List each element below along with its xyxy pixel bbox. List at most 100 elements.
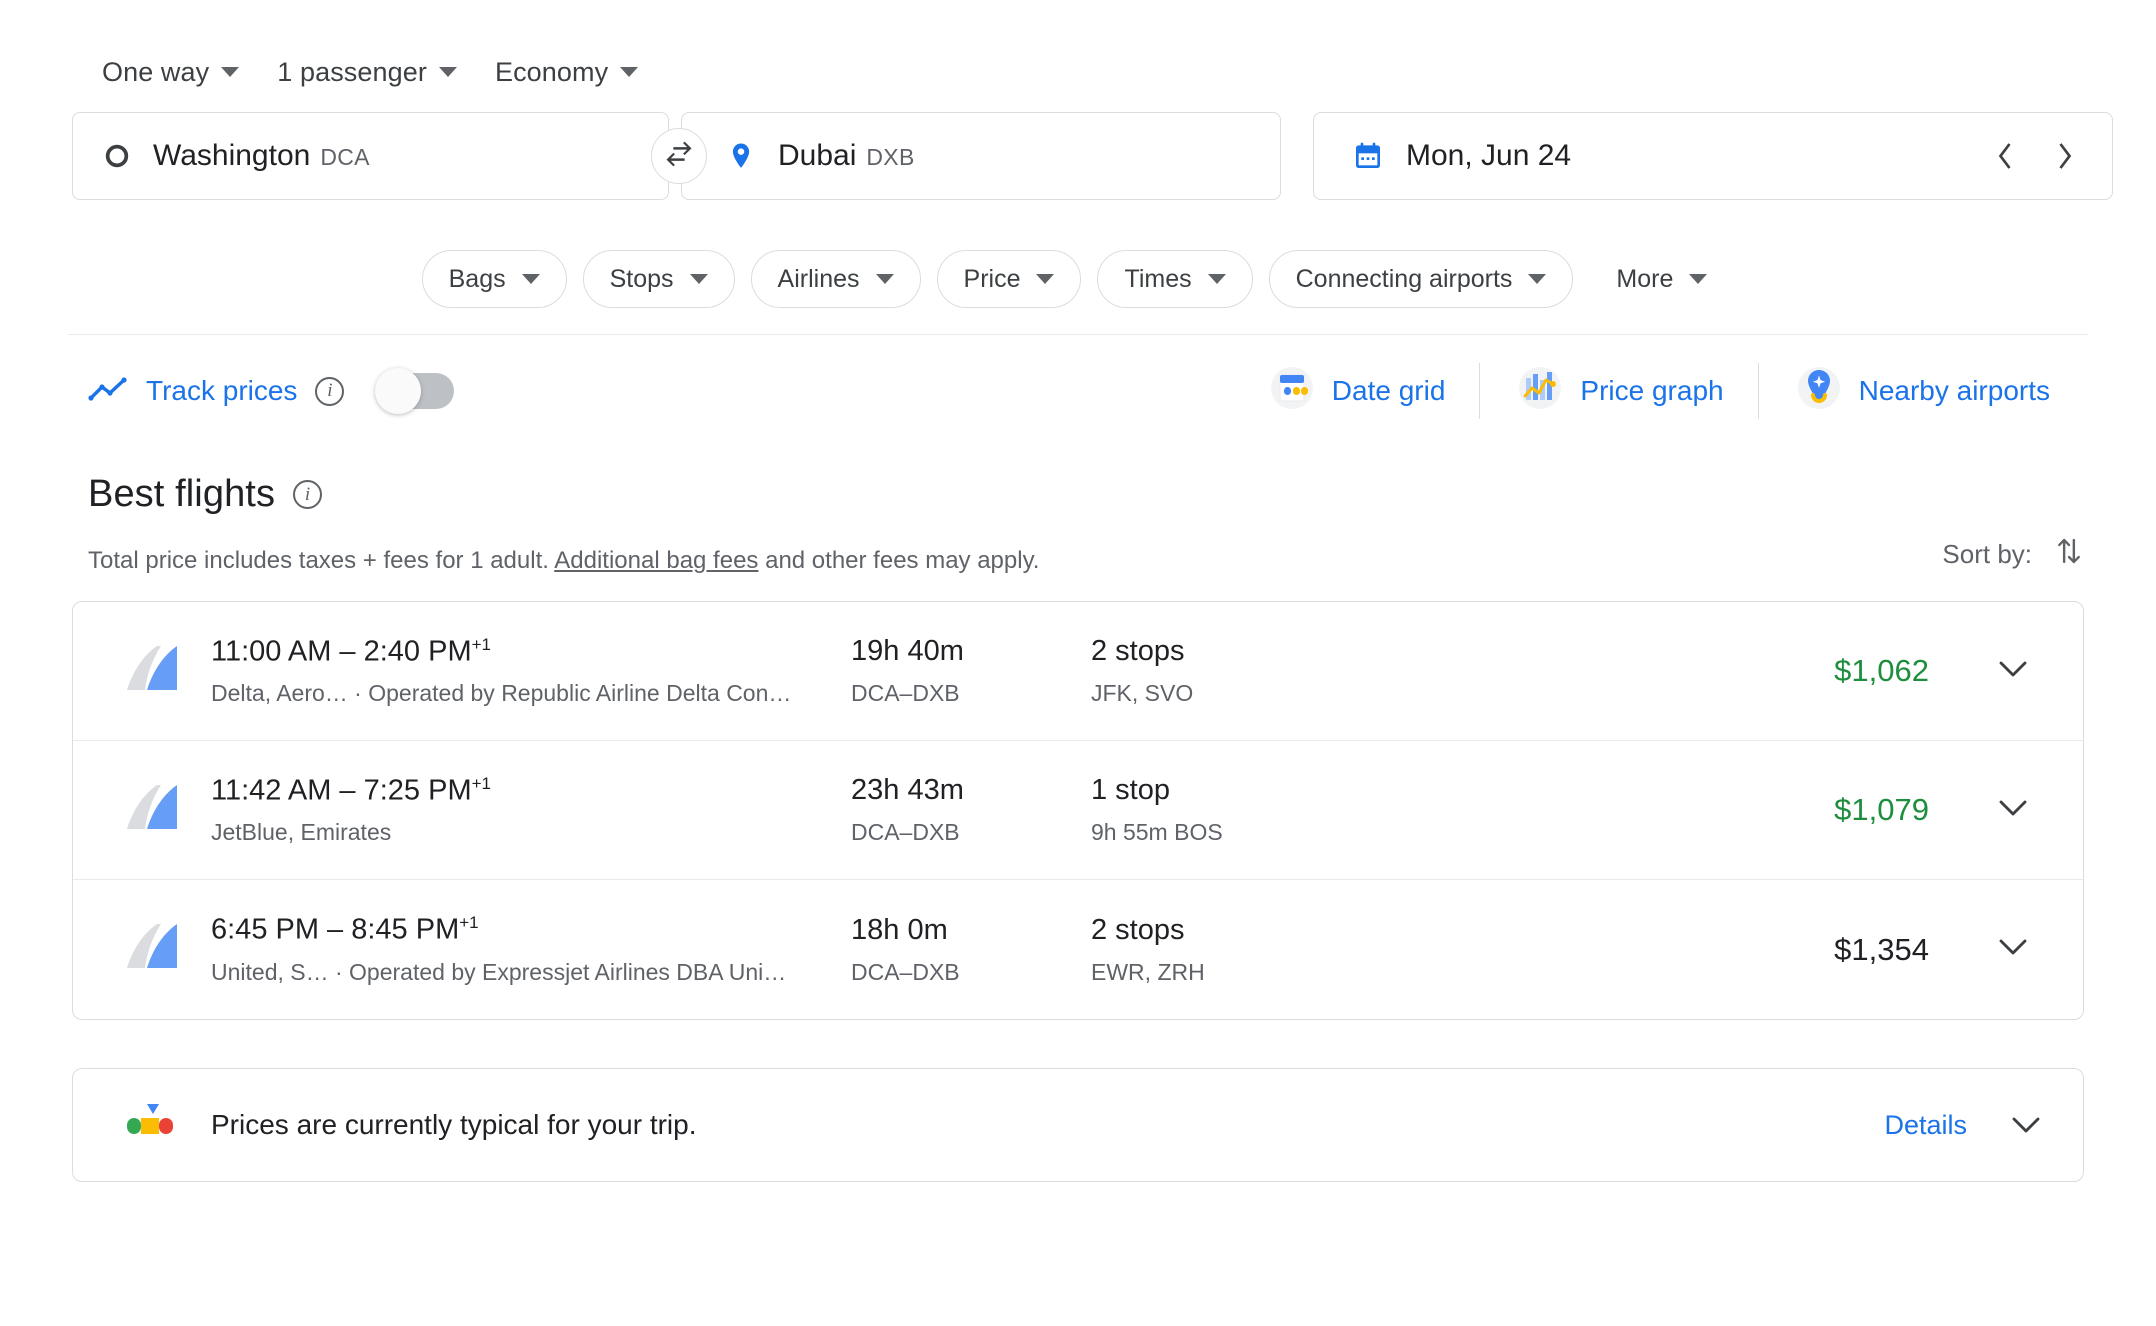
table-row[interactable]: 11:42 AM – 7:25 PM+1 JetBlue, Emirates 2… <box>73 741 2083 880</box>
flight-route: DCA–DXB <box>851 819 960 845</box>
track-prices-label[interactable]: Track prices <box>146 375 297 407</box>
flight-price-column: $1,062 <box>1531 653 1985 689</box>
table-row[interactable]: 11:00 AM – 2:40 PM+1 Delta, Aero… · Oper… <box>73 602 2083 741</box>
trip-type-label: One way <box>102 56 210 87</box>
filter-times-label: Times <box>1124 264 1192 293</box>
origin-code: DCA <box>320 144 370 170</box>
price-graph-link[interactable]: Price graph <box>1480 362 1757 421</box>
day-offset: +1 <box>459 913 479 933</box>
flight-stops: 2 stops <box>1091 913 1185 946</box>
passengers-dropdown[interactable]: 1 passenger <box>263 47 471 98</box>
flight-price: $1,354 <box>1834 931 1929 967</box>
filter-chips-row: Bags Stops Airlines Price Times Connecti… <box>0 206 2156 316</box>
airline-tail-logo <box>119 918 181 981</box>
toggle-knob <box>375 368 422 414</box>
price-insight-details-link[interactable]: Details <box>1884 1110 2011 1141</box>
table-row[interactable]: 6:45 PM – 8:45 PM+1 United, S… · Operate… <box>73 880 2083 1019</box>
chevron-down-icon <box>620 67 639 77</box>
airline-tail-logo <box>119 779 181 842</box>
origin-city: Washington <box>153 139 311 172</box>
expand-flight-button[interactable] <box>1985 659 2041 684</box>
nearby-airports-label: Nearby airports <box>1858 375 2050 406</box>
chevron-down-icon <box>875 274 894 284</box>
filter-more[interactable]: More <box>1589 250 1734 308</box>
flight-airlines: United, S… · Operated by Expressjet Airl… <box>211 958 787 985</box>
expand-flight-button[interactable] <box>1985 937 2041 962</box>
airline-tail-logo <box>119 640 181 703</box>
chevron-down-icon <box>1998 659 2028 684</box>
cabin-class-label: Economy <box>494 56 609 87</box>
flight-stop-detail: JFK, SVO <box>1091 680 1194 706</box>
swap-airports-button[interactable] <box>651 128 707 184</box>
calendar-icon <box>1352 140 1384 172</box>
flight-stops-column: 2 stops EWR, ZRH <box>1091 914 1531 986</box>
filter-stops[interactable]: Stops <box>582 250 735 308</box>
chevron-down-icon <box>689 274 708 284</box>
destination-input[interactable]: Dubai DXB <box>681 112 1281 200</box>
filter-price-label: Price <box>963 264 1021 293</box>
flight-times-text: 6:45 PM – 8:45 PM <box>211 913 460 946</box>
filter-airlines[interactable]: Airlines <box>750 250 921 308</box>
departure-date-field[interactable]: Mon, Jun 24 <box>1313 112 2113 200</box>
circle-outline-icon <box>103 142 131 170</box>
trip-type-dropdown[interactable]: One way <box>88 47 253 98</box>
flight-duration: 23h 43m <box>851 774 964 806</box>
flight-stops-column: 1 stop 9h 55m BOS <box>1091 774 1531 846</box>
sort-by-label: Sort by: <box>1942 539 2032 569</box>
tools-row: Track prices i Date grid Price graph Nea… <box>0 335 2156 447</box>
info-icon[interactable]: i <box>315 376 345 406</box>
day-offset: +1 <box>471 773 492 793</box>
date-grid-icon <box>1266 362 1318 421</box>
flight-times: 11:00 AM – 2:40 PM+1 <box>211 635 851 669</box>
chevron-down-icon <box>1998 937 2028 962</box>
expand-flight-button[interactable] <box>1985 798 2041 823</box>
flight-stop-detail: EWR, ZRH <box>1091 958 1205 985</box>
swap-horizontal-icon <box>664 139 694 174</box>
disclaimer-text-after: and other fees may apply. <box>758 547 1040 574</box>
date-grid-link[interactable]: Date grid <box>1232 362 1480 421</box>
price-disclaimer: Total price includes taxes + fees for 1 … <box>88 547 1039 575</box>
price-gauge-icon <box>119 1102 181 1148</box>
flight-times-text: 11:00 AM – 2:40 PM <box>211 635 472 668</box>
origin-text: Washington DCA <box>153 139 370 173</box>
filter-times[interactable]: Times <box>1097 250 1253 308</box>
flight-duration-column: 23h 43m DCA–DXB <box>851 774 1091 846</box>
sort-by-control[interactable]: Sort by: <box>1942 534 2084 575</box>
page-title: Best flights <box>88 473 276 515</box>
filter-bags[interactable]: Bags <box>421 250 567 308</box>
search-fields-row: Washington DCA Dubai DXB Mon, Jun 24 <box>0 96 2156 206</box>
chevron-down-icon <box>1528 274 1547 284</box>
previous-day-button[interactable] <box>1982 133 2028 179</box>
destination-code: DXB <box>866 144 915 170</box>
location-pin-icon <box>726 141 756 171</box>
flight-times-column: 11:42 AM – 7:25 PM+1 JetBlue, Emirates <box>211 774 851 847</box>
filter-price[interactable]: Price <box>936 250 1082 308</box>
filter-connecting-airports[interactable]: Connecting airports <box>1268 250 1574 308</box>
flight-price-column: $1,354 <box>1531 932 1985 968</box>
destination-text: Dubai DXB <box>778 139 915 173</box>
flight-times-text: 11:42 AM – 7:25 PM <box>211 774 472 807</box>
additional-bag-fees-link[interactable]: Additional bag fees <box>554 547 758 574</box>
nearby-airports-link[interactable]: Nearby airports <box>1759 362 2084 421</box>
flight-stops-column: 2 stops JFK, SVO <box>1091 635 1531 707</box>
origin-destination-group: Washington DCA Dubai DXB <box>72 112 1281 200</box>
chevron-down-icon <box>1998 798 2028 823</box>
filter-more-label: More <box>1616 264 1674 293</box>
flight-duration-column: 19h 40m DCA–DXB <box>851 635 1091 707</box>
origin-input[interactable]: Washington DCA <box>72 112 669 200</box>
passengers-label: 1 passenger <box>277 56 427 87</box>
cabin-class-dropdown[interactable]: Economy <box>481 47 652 98</box>
flight-duration: 18h 0m <box>851 913 948 946</box>
info-icon[interactable]: i <box>293 480 323 509</box>
flight-duration-column: 18h 0m DCA–DXB <box>851 914 1091 986</box>
flight-route: DCA–DXB <box>851 680 960 706</box>
tool-links-group: Date grid Price graph Nearby airports <box>1232 362 2084 421</box>
best-flights-subtitle-row: Total price includes taxes + fees for 1 … <box>88 534 2084 575</box>
next-day-button[interactable] <box>2042 133 2088 179</box>
chevron-down-icon <box>521 274 540 284</box>
flight-stop-detail: 9h 55m BOS <box>1091 819 1223 845</box>
track-prices-toggle[interactable] <box>375 368 455 414</box>
sort-arrows-icon <box>2054 534 2084 575</box>
expand-price-insight-button[interactable] <box>2011 1115 2041 1135</box>
flight-times-column: 11:00 AM – 2:40 PM+1 Delta, Aero… · Oper… <box>211 635 851 708</box>
